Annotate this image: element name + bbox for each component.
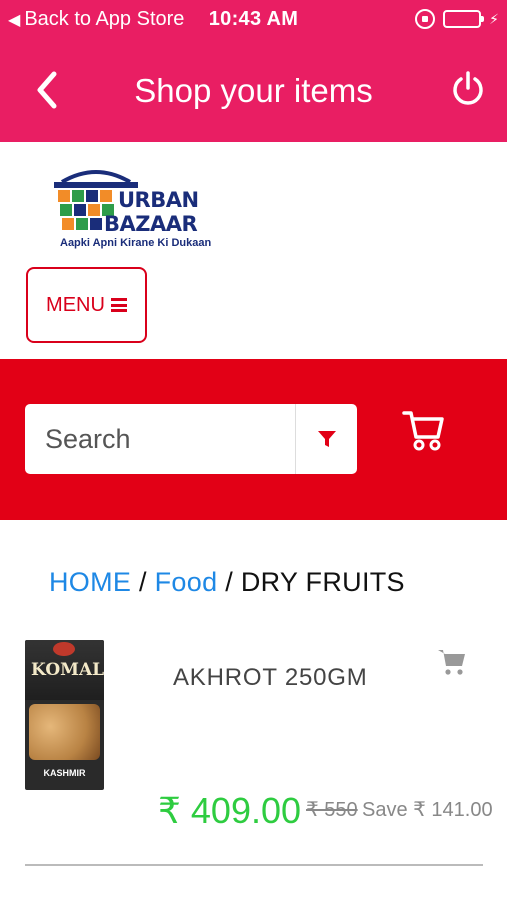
search-band [0, 359, 507, 520]
breadcrumb-separator: / [225, 567, 234, 597]
cart-button[interactable] [401, 407, 445, 453]
product-name[interactable]: AKHROT 250GM [173, 664, 368, 692]
product-image[interactable]: KOMAL KASHMIR [25, 640, 104, 790]
breadcrumb-food[interactable]: Food [155, 567, 218, 597]
cart-icon [402, 411, 444, 451]
nav-bar: Shop your items [0, 40, 507, 142]
status-indicators: ⚡ [415, 9, 499, 29]
breadcrumb-current: DRY FRUITS [240, 567, 405, 597]
product-divider [25, 864, 483, 866]
product-image-caption: KASHMIR [43, 768, 86, 778]
product-price: ₹ 409.00 [158, 790, 302, 831]
breadcrumb-home[interactable]: HOME [49, 567, 131, 597]
power-icon [453, 71, 483, 105]
product-mrp: ₹ 550 [306, 799, 358, 821]
battery-icon [443, 10, 485, 28]
product-savings: Save ₹ 141.00 [362, 799, 493, 821]
menu-label: MENU [46, 293, 105, 316]
brand-name-line2: BAZAAR [104, 212, 198, 236]
add-to-cart-button[interactable] [437, 647, 467, 677]
rotation-lock-icon [415, 9, 436, 29]
breadcrumb: HOME / Food / DRY FRUITS [49, 567, 405, 598]
page-title: Shop your items [134, 72, 373, 109]
search-box [25, 404, 357, 474]
brand-seal-icon [53, 642, 75, 656]
filter-button[interactable] [295, 404, 357, 474]
filter-icon [317, 431, 336, 447]
top-bar: ◀ Back to App Store 10:43 AM ⚡ Shop your… [0, 0, 507, 142]
store-logo[interactable]: URBAN BAZAAR Aapki Apni Kirane Ki Dukaan [24, 162, 230, 256]
brand-name-line1: URBAN [118, 188, 199, 212]
menu-button[interactable]: MENU [26, 267, 147, 343]
charging-bolt-icon: ⚡ [489, 10, 499, 27]
cart-icon [438, 650, 465, 675]
status-bar: ◀ Back to App Store 10:43 AM ⚡ [0, 0, 507, 40]
brand-tagline: Aapki Apni Kirane Ki Dukaan [60, 237, 212, 249]
search-input[interactable] [25, 404, 295, 474]
hamburger-icon [110, 298, 127, 312]
walnuts-photo [29, 704, 100, 760]
breadcrumb-separator: / [139, 567, 147, 597]
product-image-brand: KOMAL [31, 660, 104, 680]
logout-button[interactable] [449, 70, 487, 108]
